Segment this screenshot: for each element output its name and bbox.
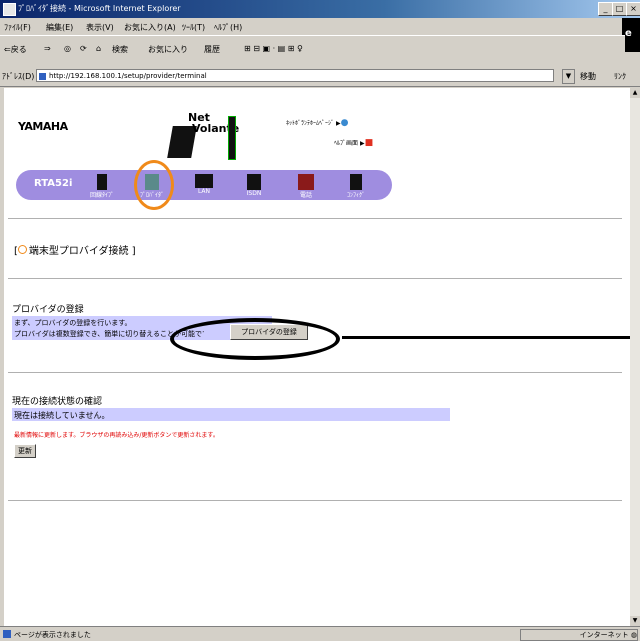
update-button[interactable]: 更新 — [14, 444, 36, 458]
help-book-icon: ■ — [364, 138, 374, 148]
forward-button[interactable]: ⇒ — [44, 44, 51, 53]
stop-button[interactable]: ◎ — [64, 44, 71, 53]
section-bullet-icon — [17, 245, 27, 254]
nav-item-label: ISDN — [246, 190, 262, 197]
links-button[interactable]: ﾘﾝｸ — [614, 71, 626, 82]
refresh-button[interactable]: ⟳ — [80, 44, 87, 53]
home-page-link[interactable]: ﾈｯﾄﾎﾞﾗﾝﾃﾎｰﾑﾍﾟｰｼﾞ ▶● — [286, 118, 348, 128]
search-button[interactable]: 検索 — [112, 44, 128, 55]
menu-favorites[interactable]: お気に入り(A) — [124, 22, 176, 33]
yamaha-logo: YAMAHA — [18, 120, 68, 133]
menu-tools[interactable]: ﾂｰﾙ(T) — [182, 22, 205, 33]
register-heading: プロバイダの登録 — [12, 305, 84, 315]
nav-item-line-type[interactable]: 回線ﾀｲﾌﾟ — [84, 174, 120, 199]
nav-item-isdn[interactable]: ISDN — [236, 174, 272, 197]
highlight-ellipse — [170, 318, 340, 360]
minimize-button[interactable]: _ — [598, 2, 613, 16]
security-zone: インターネット ◍ — [520, 629, 638, 641]
nav-item-label: 回線ﾀｲﾌﾟ — [89, 192, 114, 199]
page-loaded-icon — [3, 630, 11, 638]
nav-item-lan[interactable]: LAN — [186, 174, 222, 195]
register-desc-1: まず、プロバイダの登録を行います。 — [14, 319, 132, 327]
toolbar: ⇐戻る ⇒ ◎ ⟳ ⌂ 検索 お気に入り 履歴 ⊞ ⊟ ▣ · ▤ ⊞ ♀ — [0, 35, 625, 67]
address-url: http://192.168.100.1/setup/provider/term… — [49, 72, 207, 80]
callout-line — [342, 336, 630, 339]
address-label: ｱﾄﾞﾚｽ(D) — [2, 72, 35, 81]
divider — [8, 500, 622, 501]
selected-nav-highlight — [134, 160, 174, 210]
scroll-down-icon[interactable]: ▼ — [630, 616, 640, 626]
maximize-button[interactable]: □ — [612, 2, 627, 16]
divider — [8, 218, 622, 219]
page-content: YAMAHA Net Volante ﾈｯﾄﾎﾞﾗﾝﾃﾎｰﾑﾍﾟｰｼﾞ ▶● ﾍ… — [4, 88, 630, 626]
status-bar: ページが表示されました インターネット ◍ — [0, 626, 640, 641]
nav-item-label: ｺﾝﾌｨｸﾞ — [346, 192, 365, 199]
lan-icon — [195, 174, 213, 188]
globe-icon: ◍ — [630, 631, 637, 639]
address-dropdown-icon[interactable]: ▼ — [562, 69, 575, 84]
logo-router-icon — [228, 116, 236, 160]
status-note: 最新情報に更新します。ブラウザの再読み込み/更新ボタンで更新されます。 — [14, 432, 219, 439]
menu-file[interactable]: ﾌｧｲﾙ(F) — [4, 22, 31, 33]
isdn-icon — [247, 174, 261, 190]
connection-status: 現在は接続していません。 — [14, 411, 110, 420]
extra-tool-buttons[interactable]: ⊞ ⊟ ▣ · ▤ ⊞ ♀ — [244, 44, 303, 53]
nav-item-phone[interactable]: 電話 — [288, 174, 324, 199]
ie-page-icon — [3, 3, 16, 16]
help-link[interactable]: ﾍﾙﾌﾟ画面 ▶■ — [334, 138, 373, 148]
nav-item-label: LAN — [197, 188, 211, 195]
status-text: ページが表示されました — [14, 631, 91, 639]
status-heading: 現在の接続状態の確認 — [12, 397, 103, 407]
section-heading: [端末型プロバイダ接続 ] — [14, 245, 136, 257]
ie-logo-icon: e — [625, 28, 632, 39]
divider — [8, 278, 622, 279]
divider — [8, 372, 622, 373]
address-bar: ｱﾄﾞﾚｽ(D) http://192.168.100.1/setup/prov… — [0, 66, 640, 87]
menu-edit[interactable]: 編集(E) — [46, 22, 73, 33]
model-name: RTA52i — [34, 178, 73, 189]
menu-help[interactable]: ﾍﾙﾌﾟ(H) — [214, 22, 242, 33]
netvolante-logo: Net Volante — [164, 108, 239, 160]
address-input[interactable]: http://192.168.100.1/setup/provider/term… — [36, 69, 554, 82]
config-icon — [350, 174, 362, 190]
close-button[interactable]: × — [626, 2, 640, 16]
nav-item-label: 電話 — [299, 192, 312, 199]
menu-bar: ﾌｧｲﾙ(F) 編集(E) 表示(V) お気に入り(A) ﾂｰﾙ(T) ﾍﾙﾌﾟ… — [0, 19, 625, 35]
window-title: ﾌﾟﾛﾊﾞｲﾀﾞ接続 - Microsoft Internet Explorer — [18, 4, 181, 13]
back-button[interactable]: ⇐戻る — [4, 44, 27, 55]
home-page-link-text: ﾈｯﾄﾎﾞﾗﾝﾃﾎｰﾑﾍﾟｰｼﾞ — [286, 120, 335, 127]
go-button[interactable]: 移動 — [580, 71, 596, 82]
home-button[interactable]: ⌂ — [96, 44, 101, 53]
scroll-up-icon[interactable]: ▲ — [630, 88, 640, 98]
zone-label: インターネット — [579, 631, 629, 639]
phone-icon — [298, 174, 314, 190]
home-link-icon: ● — [340, 118, 349, 128]
section-title: 端末型プロバイダ接続 — [28, 246, 129, 257]
help-link-text: ﾍﾙﾌﾟ画面 — [334, 140, 359, 147]
vertical-scrollbar[interactable]: ▲ ▼ — [630, 88, 640, 626]
nav-item-config[interactable]: ｺﾝﾌｨｸﾞ — [338, 174, 374, 199]
line-type-icon — [97, 174, 107, 190]
page-icon — [39, 73, 46, 80]
title-bar: ﾌﾟﾛﾊﾞｲﾀﾞ接続 - Microsoft Internet Explorer… — [0, 0, 640, 18]
favorites-button[interactable]: お気に入り — [148, 44, 188, 55]
history-button[interactable]: 履歴 — [204, 44, 220, 55]
menu-view[interactable]: 表示(V) — [86, 22, 114, 33]
